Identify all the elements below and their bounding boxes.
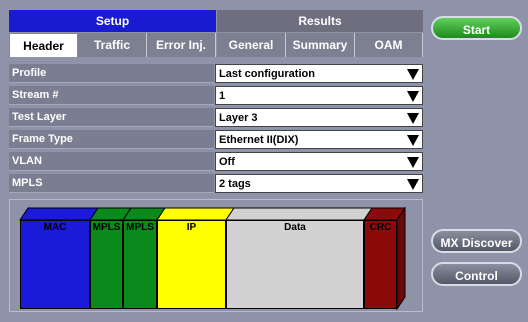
tab-traffic[interactable]: Traffic	[78, 33, 147, 57]
stream-value: 1	[219, 90, 226, 102]
row-frame-type: Frame Type Ethernet II(DIX)	[9, 130, 423, 149]
data-block-top	[225, 207, 373, 221]
mpls-value: 2 tags	[219, 178, 251, 190]
mpls-select[interactable]: 2 tags	[215, 174, 423, 193]
profile-label: Profile	[9, 64, 214, 83]
dropdown-arrow-icon[interactable]	[407, 157, 419, 168]
data-block: Data	[226, 220, 364, 309]
crc-block-side	[396, 206, 406, 311]
vlan-label: VLAN	[9, 152, 214, 171]
dropdown-arrow-icon[interactable]	[407, 179, 419, 190]
frame-type-select[interactable]: Ethernet II(DIX)	[215, 130, 423, 149]
tab-general[interactable]: General	[217, 33, 286, 57]
dropdown-arrow-icon[interactable]	[407, 91, 419, 102]
test-layer-value: Layer 3	[219, 112, 258, 124]
tab-header[interactable]: Header	[9, 33, 78, 57]
mpls1-block: MPLS	[90, 220, 123, 309]
mpls-label: MPLS	[9, 174, 214, 193]
tab-results[interactable]: Results	[217, 10, 423, 32]
row-mpls: MPLS 2 tags	[9, 174, 423, 193]
frame-type-label: Frame Type	[9, 130, 214, 149]
stream-select[interactable]: 1	[215, 86, 423, 105]
row-vlan: VLAN Off	[9, 152, 423, 171]
ip-block: IP	[157, 220, 226, 309]
mx-discover-button[interactable]: MX Discover	[431, 229, 522, 253]
crc-block: CRC	[364, 220, 397, 309]
frame-type-value: Ethernet II(DIX)	[219, 134, 299, 146]
mac-block: MAC	[20, 220, 90, 309]
profile-value: Last configuration	[219, 68, 315, 80]
row-stream: Stream # 1	[9, 86, 423, 105]
vlan-select[interactable]: Off	[215, 152, 423, 171]
dropdown-arrow-icon[interactable]	[407, 69, 419, 80]
mpls2-block: MPLS	[123, 220, 157, 309]
test-layer-label: Test Layer	[9, 108, 214, 127]
frame-diagram: MAC MPLS MPLS IP Data CRC	[9, 199, 423, 312]
tab-error-inj[interactable]: Error Inj.	[147, 33, 216, 57]
tab-setup[interactable]: Setup	[9, 10, 216, 32]
profile-select[interactable]: Last configuration	[215, 64, 423, 83]
tab-summary[interactable]: Summary	[286, 33, 355, 57]
start-button[interactable]: Start	[431, 16, 522, 40]
test-layer-select[interactable]: Layer 3	[215, 108, 423, 127]
ip-block-top	[156, 207, 235, 221]
dropdown-arrow-icon[interactable]	[407, 113, 419, 124]
row-test-layer: Test Layer Layer 3	[9, 108, 423, 127]
vlan-value: Off	[219, 156, 235, 168]
row-profile: Profile Last configuration	[9, 64, 423, 83]
app-window: Setup Results Header Traffic Error Inj. …	[0, 0, 528, 322]
stream-label: Stream #	[9, 86, 214, 105]
control-button[interactable]: Control	[431, 262, 522, 286]
dropdown-arrow-icon[interactable]	[407, 135, 419, 146]
tab-oam[interactable]: OAM	[355, 33, 423, 57]
